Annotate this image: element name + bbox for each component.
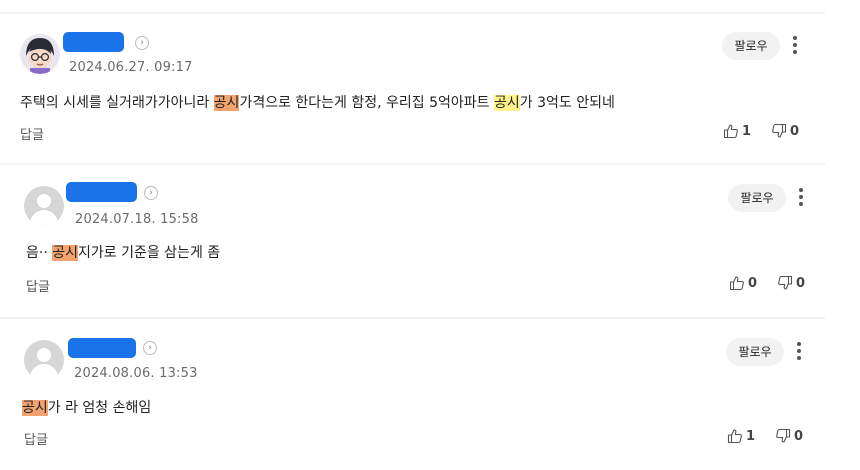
like-count: 1 [742,123,752,139]
thumbs-down-icon [778,275,793,290]
comment-text-segment: 음·· [26,245,53,261]
like-button[interactable]: 1 [727,428,755,444]
comment-text: 음·· 공시지가로 기준을 삼는게 좀 [26,242,220,262]
highlighted-keyword: 공시 [494,95,520,111]
thumbs-up-icon [729,276,744,291]
thumbs-up-icon [723,124,738,139]
reply-button[interactable]: 답글 [26,276,50,295]
comment-text-segment: 가 라 엄청 손해임 [47,400,152,416]
chevron-right-icon[interactable]: › [143,341,157,355]
dislike-count: 0 [796,275,806,291]
divider [0,163,825,165]
chevron-right-icon[interactable]: › [144,186,158,200]
comment-text-segment: 주택의 시세를 실거래가가아니라 [20,95,214,111]
comment-item: › 2024.06.27. 09:17 주택의 시세를 실거래가가아니라 공시가… [0,14,825,164]
username-redacted[interactable] [66,182,137,202]
comment-date: 2024.08.06. 13:53 [74,366,198,381]
comment-date: 2024.06.27. 09:17 [69,60,193,75]
like-count: 1 [746,428,756,444]
like-button[interactable]: 1 [723,123,751,139]
dislike-count: 0 [794,428,804,444]
divider [0,317,825,319]
chevron-right-icon[interactable]: › [135,36,149,50]
comment-item: › 2024.07.18. 15:58 음·· 공시지가로 기준을 삼는게 좀 … [0,166,825,316]
comment-text-segment: 지가로 기준을 삼는게 좀 [78,245,221,261]
like-count: 0 [748,275,758,291]
thumbs-down-icon [772,123,787,138]
reply-button[interactable]: 답글 [20,124,44,143]
more-vertical-icon[interactable] [796,186,806,208]
comment-text-segment: 가격으로 한다는게 함정, 우리집 5억아파트 [239,95,495,111]
highlighted-keyword: 공시 [213,95,240,111]
dislike-button[interactable]: 0 [775,428,803,444]
comment-text: 공시가 라 엄청 손해임 [22,397,151,417]
comment-text: 주택의 시세를 실거래가가아니라 공시가격으로 한다는게 함정, 우리집 5억아… [20,92,615,112]
username-redacted[interactable] [63,32,124,52]
comment-item: › 2024.08.06. 13:53 공시가 라 엄청 손해임 답글 팔로우 … [0,320,825,470]
comment-text-segment: 가 3억도 안되네 [519,95,615,111]
comment-date: 2024.07.18. 15:58 [75,212,199,227]
avatar[interactable] [20,34,60,74]
thumbs-up-icon [727,429,742,444]
more-vertical-icon[interactable] [794,340,804,362]
like-button[interactable]: 0 [729,275,757,291]
reply-button[interactable]: 답글 [24,429,48,448]
avatar-illustration [20,34,60,74]
highlighted-keyword: 공시 [22,400,48,416]
dislike-button[interactable]: 0 [777,275,805,291]
follow-button[interactable]: 팔로우 [722,32,780,60]
avatar[interactable] [24,186,64,226]
more-vertical-icon[interactable] [790,34,800,56]
highlighted-keyword: 공시 [52,245,78,261]
username-redacted[interactable] [68,338,136,358]
thumbs-down-icon [776,428,791,443]
dislike-button[interactable]: 0 [771,123,799,139]
avatar[interactable] [24,340,64,380]
follow-button[interactable]: 팔로우 [726,338,784,366]
follow-button[interactable]: 팔로우 [728,184,786,212]
dislike-count: 0 [790,123,800,139]
